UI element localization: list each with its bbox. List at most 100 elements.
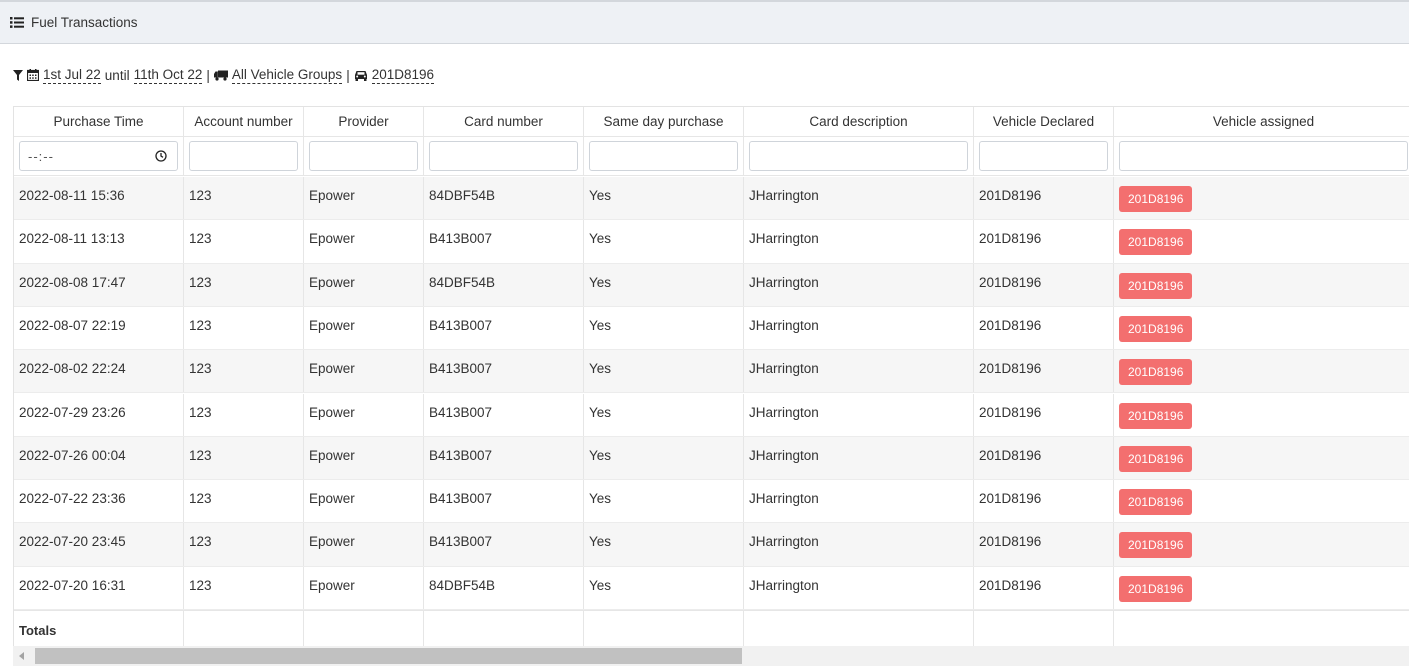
- purchase-time-cell: 2022-07-22 23:36: [14, 480, 184, 523]
- provider-cell: Epower: [304, 220, 424, 263]
- account-number-cell: 123: [184, 263, 304, 306]
- filter-cell: [744, 137, 974, 175]
- calendar-icon: [27, 69, 39, 81]
- card-number-filter[interactable]: [429, 141, 578, 171]
- vehicle-assigned-cell: 201D8196: [1114, 394, 1409, 436]
- column-header[interactable]: Same day purchase: [584, 107, 744, 136]
- table-header-row: Purchase Time Account number Provider Ca…: [14, 107, 1409, 137]
- filter-bar: 1st Jul 22 until 11th Oct 22 | All Vehic…: [13, 66, 435, 84]
- account-number-cell: 123: [184, 566, 304, 609]
- purchase-time-cell: 2022-08-11 15:36: [14, 177, 184, 220]
- vehicle-assigned-cell: 201D8196: [1114, 177, 1409, 219]
- filter-icon: [13, 69, 23, 81]
- totals-cell: [584, 611, 744, 646]
- card-description-cell: JHarrington: [744, 393, 974, 436]
- card-number-cell: B413B007: [424, 220, 584, 263]
- totals-cell: [304, 611, 424, 646]
- vehicle-assigned-badge[interactable]: 201D8196: [1119, 315, 1193, 342]
- vehicle-assigned-badge[interactable]: 201D8196: [1119, 272, 1193, 299]
- card-description-cell: JHarrington: [744, 480, 974, 523]
- table-row[interactable]: 2022-07-22 23:36 123 Epower B413B007 Yes JHar…: [14, 480, 1409, 524]
- column-header[interactable]: Provider: [304, 107, 424, 136]
- card-description-cell: JHarrington: [744, 523, 974, 566]
- vehicle-link[interactable]: 201D8196: [371, 67, 435, 84]
- account-number-cell: 123: [184, 220, 304, 263]
- card-number-cell: B413B007: [424, 306, 584, 350]
- table-row[interactable]: 2022-08-07 22:19 123 Epower B413B007 Yes JHar…: [14, 306, 1409, 351]
- column-header[interactable]: Vehicle Declared: [974, 107, 1114, 136]
- filter-cell: [184, 137, 304, 175]
- table-row[interactable]: 2022-07-20 16:31 123 Epower 84DBF54B Yes JHar…: [14, 566, 1409, 610]
- vehicle-assigned-cell: 201D8196: [1114, 350, 1409, 392]
- vehicle-assigned-badge[interactable]: 201D8196: [1119, 359, 1193, 386]
- table-row[interactable]: 2022-08-11 13:13 123 Epower B413B007 Yes JHar…: [14, 220, 1409, 264]
- account-number-cell: 123: [184, 177, 304, 220]
- purchase-time-cell: 2022-08-07 22:19: [14, 306, 184, 350]
- fuel-transactions-table: Purchase Time Account number Provider Ca…: [13, 106, 1409, 646]
- card-number-cell: B413B007: [424, 350, 584, 393]
- totals-cell: [974, 611, 1114, 646]
- table-row[interactable]: 2022-07-29 23:26 123 Epower B413B007 Yes JHar…: [14, 393, 1409, 437]
- column-header[interactable]: Vehicle assigned: [1114, 107, 1409, 136]
- scroll-left-arrow-icon[interactable]: [19, 652, 24, 660]
- column-header[interactable]: Card number: [424, 107, 584, 136]
- vehicle-assigned-badge[interactable]: 201D8196: [1119, 489, 1193, 516]
- column-header[interactable]: Account number: [184, 107, 304, 136]
- totals-row: Totals: [14, 610, 1409, 646]
- purchase-time-cell: 2022-07-26 00:04: [14, 436, 184, 480]
- column-header[interactable]: Purchase Time: [14, 107, 184, 136]
- scrollbar-thumb[interactable]: [35, 648, 742, 664]
- vehicle-declared-cell: 201D8196: [974, 523, 1114, 566]
- card-number-cell: B413B007: [424, 480, 584, 523]
- date-from-link[interactable]: 1st Jul 22: [43, 67, 101, 84]
- horizontal-scrollbar[interactable]: [13, 646, 1409, 666]
- card-description-filter[interactable]: [749, 141, 968, 171]
- purchase-time-filter[interactable]: --:--: [19, 141, 178, 171]
- filter-cell: [304, 137, 424, 175]
- card-description-cell: JHarrington: [744, 263, 974, 306]
- list-icon: [10, 17, 24, 28]
- same-day-purchase-cell: Yes: [584, 177, 744, 220]
- provider-cell: Epower: [304, 350, 424, 393]
- date-to-link[interactable]: 11th Oct 22: [133, 67, 203, 84]
- account-number-filter[interactable]: [189, 141, 298, 171]
- vehicle-declared-cell: 201D8196: [974, 177, 1114, 220]
- vehicle-assigned-badge[interactable]: 201D8196: [1119, 575, 1193, 602]
- vehicle-declared-filter[interactable]: [979, 141, 1108, 171]
- same-day-purchase-cell: Yes: [584, 393, 744, 436]
- vehicle-group-link[interactable]: All Vehicle Groups: [231, 67, 343, 84]
- table-row[interactable]: 2022-08-08 17:47 123 Epower 84DBF54B Yes JHar…: [14, 263, 1409, 307]
- vehicle-assigned-cell: 201D8196: [1114, 437, 1409, 479]
- table-row[interactable]: 2022-07-20 23:45 123 Epower B413B007 Yes JHar…: [14, 523, 1409, 567]
- same-day-purchase-cell: Yes: [584, 220, 744, 263]
- table-row[interactable]: 2022-08-11 15:36 123 Epower 84DBF54B Yes JHar…: [14, 177, 1409, 221]
- vehicle-assigned-badge[interactable]: 201D8196: [1119, 186, 1193, 212]
- vehicle-assigned-badge[interactable]: 201D8196: [1119, 402, 1193, 429]
- provider-filter[interactable]: [309, 141, 418, 171]
- account-number-cell: 123: [184, 393, 304, 436]
- page-title: Fuel Transactions: [31, 15, 138, 30]
- card-number-cell: B413B007: [424, 436, 584, 480]
- account-number-cell: 123: [184, 480, 304, 523]
- card-number-cell: 84DBF54B: [424, 566, 584, 609]
- filter-cell: [584, 137, 744, 175]
- table-row[interactable]: 2022-07-26 00:04 123 Epower B413B007 Yes JHar…: [14, 436, 1409, 481]
- vehicle-declared-cell: 201D8196: [974, 566, 1114, 609]
- account-number-cell: 123: [184, 306, 304, 350]
- provider-cell: Epower: [304, 436, 424, 480]
- purchase-time-cell: 2022-07-29 23:26: [14, 393, 184, 436]
- totals-cell: [1114, 611, 1409, 646]
- column-header[interactable]: Card description: [744, 107, 974, 136]
- same-day-purchase-filter[interactable]: [589, 141, 738, 171]
- clock-icon[interactable]: [155, 150, 167, 162]
- vehicle-assigned-badge[interactable]: 201D8196: [1119, 229, 1193, 256]
- truck-icon: [213, 70, 228, 81]
- vehicle-declared-cell: 201D8196: [974, 263, 1114, 306]
- table-filter-row: --:--: [14, 137, 1409, 176]
- filter-separator: |: [206, 67, 210, 83]
- table-row[interactable]: 2022-08-02 22:24 123 Epower B413B007 Yes JHar…: [14, 350, 1409, 394]
- totals-cell: [744, 611, 974, 646]
- vehicle-assigned-badge[interactable]: 201D8196: [1119, 532, 1193, 559]
- vehicle-assigned-badge[interactable]: 201D8196: [1119, 445, 1193, 472]
- vehicle-assigned-filter[interactable]: [1119, 141, 1408, 171]
